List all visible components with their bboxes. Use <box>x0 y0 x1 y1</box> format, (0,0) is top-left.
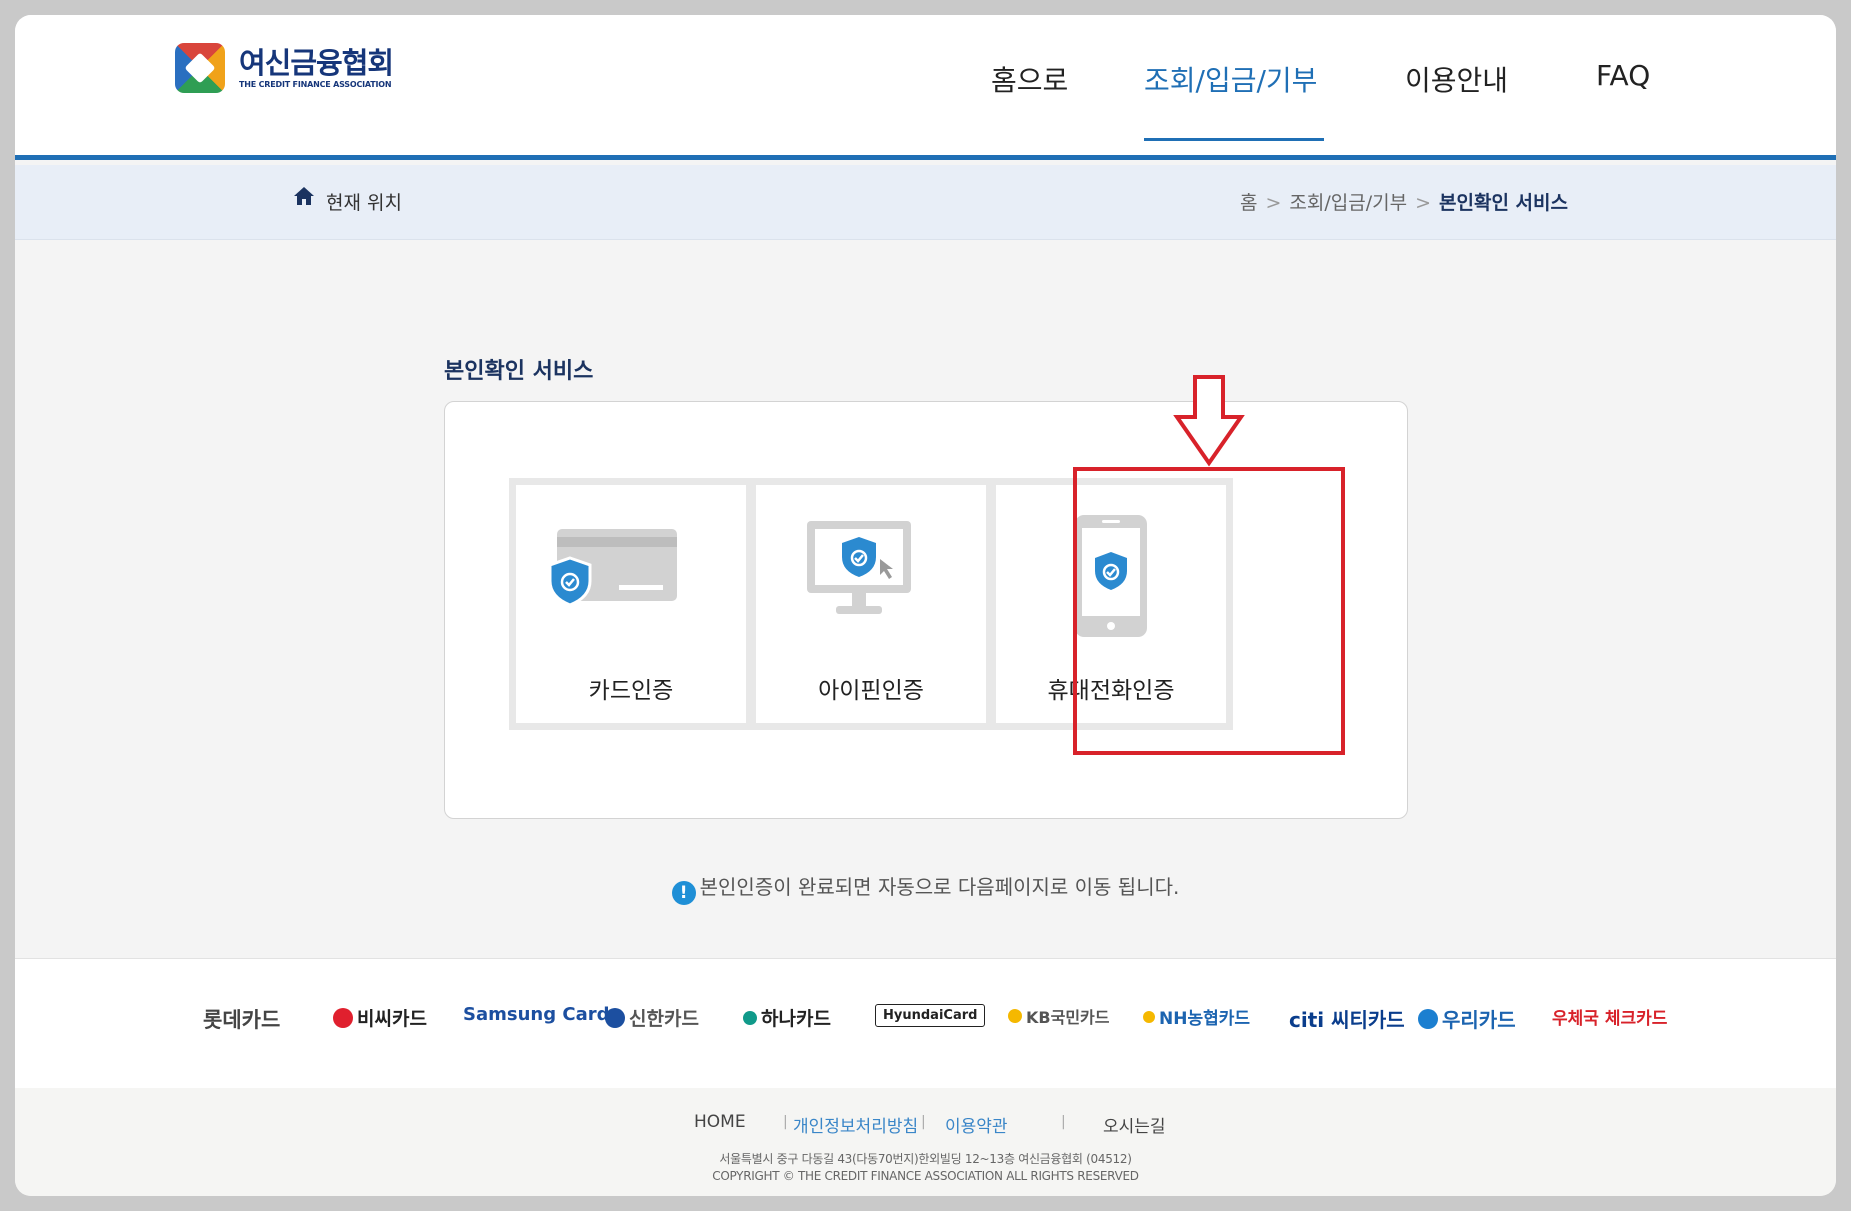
home-icon <box>294 187 314 205</box>
card-logo-hyundai[interactable]: HyundaiCard <box>875 1004 986 1027</box>
page-title: 본인확인 서비스 <box>444 359 594 384</box>
card-shield-icon <box>548 529 677 607</box>
breadcrumb-separator: > <box>1415 192 1432 214</box>
card-logo-woori[interactable]: 우리카드 <box>1418 1004 1516 1033</box>
card-logo-hana[interactable]: 하나카드 <box>743 1004 831 1031</box>
nav-active-indicator <box>1144 138 1324 141</box>
nav-faq[interactable]: FAQ <box>1596 59 1650 92</box>
nh-logo-icon <box>1143 1010 1155 1023</box>
card-logo-citi[interactable]: citi 씨티카드 <box>1289 1004 1405 1033</box>
card-logo-nh[interactable]: NH농협카드 <box>1143 1004 1250 1029</box>
nav-home[interactable]: 홈으로 <box>991 59 1068 99</box>
auto-redirect-notice: ! 본인인증이 완료되면 자동으로 다음페이지로 이동 됩니다. <box>15 871 1836 905</box>
browser-window: 여신금융협회 THE CREDIT FINANCE ASSOCIATION 홈으… <box>15 15 1836 1196</box>
card-logo-bc[interactable]: 비씨카드 <box>333 1004 427 1031</box>
notice-text: 본인인증이 완료되면 자동으로 다음페이지로 이동 됩니다. <box>699 875 1180 899</box>
footer-link-terms[interactable]: 이용약관 <box>945 1112 1008 1137</box>
bc-logo-icon <box>333 1007 353 1028</box>
nav-usage-guide[interactable]: 이용안내 <box>1405 59 1508 99</box>
site-header: 여신금융협회 THE CREDIT FINANCE ASSOCIATION 홈으… <box>15 15 1836 160</box>
breadcrumb-inquiry[interactable]: 조회/입금/기부 <box>1289 192 1407 214</box>
current-location-label: 현재 위치 <box>326 192 402 214</box>
kb-logo-icon <box>1008 1009 1022 1023</box>
card-company-logos: 롯데카드 비씨카드 Samsung Card 신한카드 하나카드 Hyundai… <box>15 958 1836 1088</box>
footer-address: 서울특별시 중구 다동길 43(다동70번지)한외빌딩 12~13층 여신금융협… <box>719 1152 1132 1166</box>
site-footer: HOME | 개인정보처리방침 | 이용약관 | 오시는길 서울특별시 중구 다… <box>15 1088 1836 1196</box>
nav-inquiry-deposit-donation[interactable]: 조회/입금/기부 <box>1144 59 1317 99</box>
info-icon: ! <box>671 881 696 905</box>
card-logo-lotte[interactable]: 롯데카드 <box>203 1004 280 1034</box>
card-logo-epost[interactable]: 우체국 체크카드 <box>1552 1004 1667 1029</box>
footer-link-privacy[interactable]: 개인정보처리방침 <box>793 1112 918 1137</box>
highlight-box <box>1073 467 1345 755</box>
main-nav: 홈으로 조회/입금/기부 이용안내 FAQ <box>15 59 1836 99</box>
card-logo-samsung[interactable]: Samsung Card <box>463 1004 609 1025</box>
woori-logo-icon <box>1418 1008 1438 1029</box>
hana-logo-icon <box>743 1010 757 1025</box>
down-arrow-icon <box>1173 375 1245 467</box>
ipin-verification-label: 아이핀인증 <box>818 678 924 704</box>
breadcrumb-bar: 현재 위치 홈 > 조회/입금/기부 > 본인확인 서비스 <box>15 165 1836 240</box>
card-verification-label: 카드인증 <box>588 678 674 704</box>
card-logo-shinhan[interactable]: 신한카드 <box>605 1004 699 1031</box>
breadcrumb-current: 본인확인 서비스 <box>1439 192 1568 214</box>
ipin-verification-button[interactable]: 아이핀인증 <box>749 478 993 730</box>
footer-separator: | <box>783 1114 788 1130</box>
breadcrumb-home[interactable]: 홈 <box>1240 192 1257 214</box>
footer-separator: | <box>1061 1114 1066 1130</box>
monitor-shield-icon <box>807 521 911 614</box>
breadcrumb-separator: > <box>1265 192 1282 214</box>
footer-copyright: COPYRIGHT © THE CREDIT FINANCE ASSOCIATI… <box>712 1169 1139 1183</box>
shinhan-logo-icon <box>605 1007 625 1028</box>
card-logo-kb[interactable]: KB국민카드 <box>1008 1004 1109 1028</box>
footer-separator: | <box>921 1114 926 1130</box>
footer-link-home[interactable]: HOME <box>694 1112 746 1132</box>
footer-link-directions[interactable]: 오시는길 <box>1103 1112 1166 1137</box>
breadcrumb: 홈 > 조회/입금/기부 > 본인확인 서비스 <box>1240 188 1568 215</box>
card-verification-button[interactable]: 카드인증 <box>509 478 753 730</box>
